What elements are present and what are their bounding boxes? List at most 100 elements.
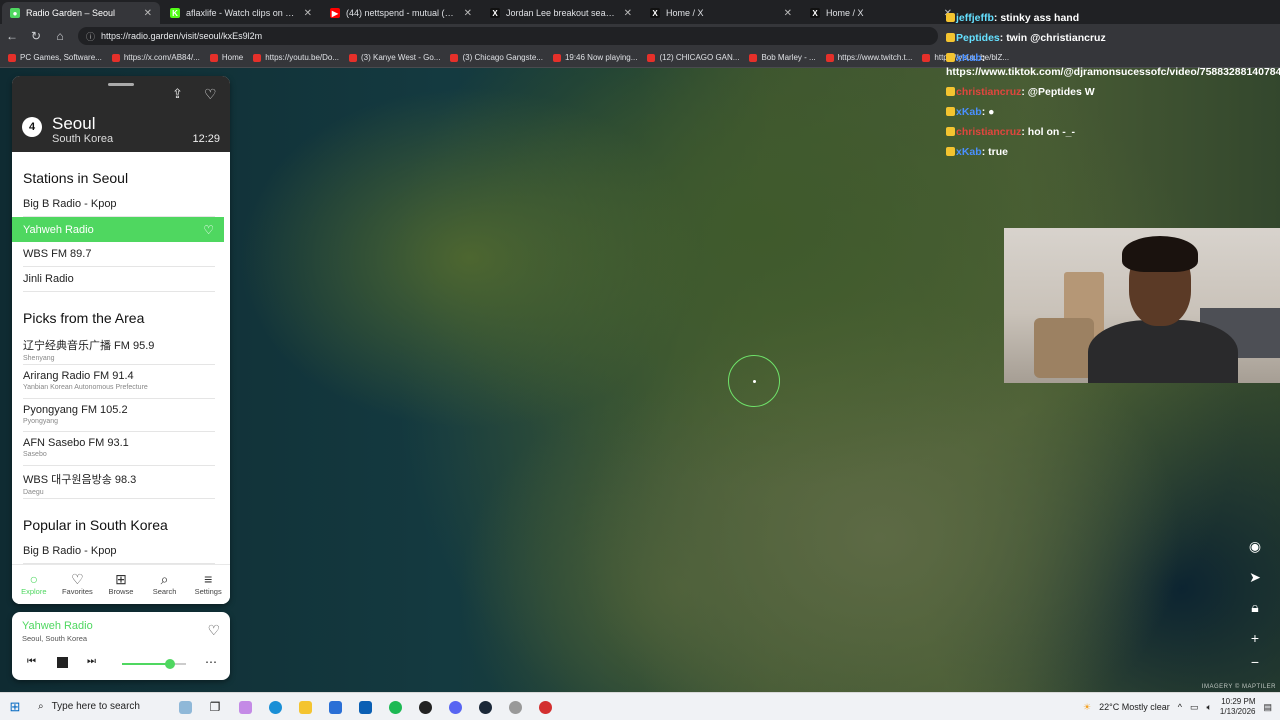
- station-favorite-icon[interactable]: ♡: [203, 223, 214, 237]
- bookmark-label: https://x.com/AB84/...: [123, 53, 200, 62]
- home-icon[interactable]: ⌂: [48, 29, 72, 43]
- record-icon[interactable]: [530, 699, 560, 714]
- copilot-icon[interactable]: [230, 699, 260, 714]
- station-name: Yahweh Radio: [23, 223, 94, 236]
- browser-tab[interactable]: Kaflaxlife - Watch clips on Kick ✕: [162, 2, 320, 24]
- tray-chevron-icon[interactable]: ^: [1178, 702, 1182, 712]
- share-icon[interactable]: ⇪: [172, 86, 183, 102]
- zoom-out-icon[interactable]: −: [1244, 651, 1266, 673]
- bookmark-item[interactable]: Bob Marley - ...: [749, 53, 816, 62]
- popular-section-title: Popular in South Korea: [23, 516, 168, 533]
- nav-tab-explore[interactable]: ○ Explore: [12, 565, 56, 604]
- pick-row[interactable]: WBS 대구원음방송 98.3 Daegu: [23, 466, 215, 499]
- site-info-icon[interactable]: ⓘ: [86, 30, 95, 43]
- outlook-icon[interactable]: [350, 699, 380, 714]
- bookmark-item[interactable]: (3) Kanye West - Go...: [349, 53, 440, 62]
- pick-row[interactable]: AFN Sasebo FM 93.1 Sasebo: [23, 432, 215, 466]
- station-row[interactable]: WBS FM 89.7: [23, 242, 215, 267]
- volume-knob[interactable]: [165, 659, 175, 669]
- stations-list: Big B Radio - Kpop Yahweh Radio ♡ WBS FM 89…: [12, 192, 224, 292]
- app-icon[interactable]: [500, 699, 530, 714]
- nav-tab-search[interactable]: ⌕ Search: [143, 565, 187, 604]
- browser-tab[interactable]: ● Radio Garden – Seoul ✕: [2, 2, 160, 24]
- chat-username[interactable]: xKab: [956, 106, 982, 118]
- tab-close-icon[interactable]: ✕: [144, 8, 152, 19]
- previous-icon[interactable]: ⏮: [27, 656, 36, 667]
- tab-close-icon[interactable]: ✕: [464, 8, 472, 19]
- volume-slider[interactable]: [122, 659, 186, 669]
- station-list[interactable]: Stations in Seoul Big B Radio - Kpop Yahw…: [12, 152, 224, 564]
- station-marker[interactable]: [728, 355, 780, 407]
- chat-username[interactable]: christiancruz: [956, 126, 1021, 138]
- obs-icon[interactable]: [410, 699, 440, 714]
- spotify-icon[interactable]: [380, 699, 410, 714]
- bookmark-item[interactable]: PC Games, Software...: [8, 53, 102, 62]
- pick-row[interactable]: 辽宁经典音乐广播 FM 95.9 Shenyang: [23, 332, 215, 366]
- discord-icon[interactable]: [440, 699, 470, 714]
- drag-handle[interactable]: [108, 83, 134, 86]
- speaker-icon[interactable]: 🔈︎: [1206, 702, 1211, 713]
- windows-start-icon[interactable]: ⊞: [0, 699, 30, 715]
- globe-icon[interactable]: ◉: [1244, 535, 1266, 557]
- bookmark-item[interactable]: https://x.com/AB84/...: [111, 53, 200, 62]
- tab-favicon-icon: ▶: [330, 8, 340, 18]
- pick-row[interactable]: Pyongyang FM 105.2 Pyongyang: [23, 399, 215, 433]
- notification-icon[interactable]: ▤: [1263, 702, 1272, 713]
- locate-icon[interactable]: ➤: [1244, 566, 1266, 588]
- bookmark-item[interactable]: (3) Chicago Gangste...: [450, 53, 543, 62]
- url-field[interactable]: ⓘ https://radio.garden/visit/seoul/kxEs9…: [78, 27, 938, 45]
- nav-favorites-icon: ♡: [71, 571, 84, 587]
- lock-icon[interactable]: 🔒︎: [1244, 596, 1266, 618]
- bookmark-item[interactable]: 19:46 Now playing...: [552, 53, 638, 62]
- bookmark-label: 19:46 Now playing...: [564, 53, 638, 62]
- chat-username[interactable]: christiancruz: [956, 86, 1021, 98]
- back-icon[interactable]: ←: [0, 29, 24, 43]
- chat-username[interactable]: jeffjeffb: [956, 12, 994, 24]
- nav-tab-browse[interactable]: ⊞ Browse: [99, 565, 143, 604]
- chat-username[interactable]: xKab: [956, 146, 982, 158]
- bookmark-item[interactable]: (12) CHICAGO GAN...: [647, 53, 739, 62]
- next-icon[interactable]: ⏭: [87, 656, 96, 667]
- file-explorer-icon[interactable]: [290, 699, 320, 714]
- task-view-icon[interactable]: ❐: [200, 700, 230, 714]
- chat-username[interactable]: xKab: [956, 52, 982, 64]
- popular-name: Big B Radio - Kpop: [23, 544, 117, 557]
- station-row[interactable]: Jinli Radio: [23, 267, 215, 292]
- nav-tab-favorites[interactable]: ♡ Favorites: [56, 565, 100, 604]
- bookmark-item[interactable]: https://www.twitch.t...: [825, 53, 912, 62]
- pick-row[interactable]: Arirang Radio FM 91.4 Yanbian Korean Auto…: [23, 365, 215, 399]
- tab-close-icon[interactable]: ✕: [304, 8, 312, 19]
- tab-close-icon[interactable]: ✕: [624, 8, 632, 19]
- store-icon[interactable]: [320, 699, 350, 714]
- chat-badge-icon: [946, 33, 955, 42]
- popular-row[interactable]: Big B Radio - Kpop: [23, 539, 215, 564]
- favorite-station-icon[interactable]: ♡: [207, 622, 220, 639]
- stream-chat-overlay: jeffjeffb: stinky ass hand Peptides: twin…: [946, 8, 1280, 162]
- edge-icon[interactable]: [260, 699, 290, 714]
- taskbar-clock[interactable]: 10:29 PM 1/13/2026: [1220, 697, 1256, 717]
- browser-tab[interactable]: ▶ (44) nettspend - mutual (cranes n ✕: [322, 2, 480, 24]
- nav-label: Favorites: [61, 587, 93, 596]
- stop-icon[interactable]: [57, 657, 68, 668]
- browser-tab[interactable]: XHome / X✕: [642, 2, 800, 24]
- now-playing-station[interactable]: Yahweh Radio: [22, 620, 93, 632]
- bookmark-favicon-icon: [552, 53, 561, 62]
- nav-tab-settings[interactable]: ≡ Settings: [186, 565, 230, 604]
- browser-tab[interactable]: X Jordan Lee breakout season on X ✕: [482, 2, 640, 24]
- browser-tab[interactable]: XHome / X✕: [802, 2, 960, 24]
- steam-icon[interactable]: [470, 699, 500, 714]
- bookmark-item[interactable]: https://youtu.be/Do...: [253, 53, 339, 62]
- tab-close-icon[interactable]: ✕: [784, 8, 792, 19]
- network-icon[interactable]: ▭: [1190, 702, 1199, 713]
- bookmark-item[interactable]: Home: [209, 53, 243, 62]
- widget-icon[interactable]: [170, 699, 200, 714]
- zoom-in-icon[interactable]: +: [1244, 627, 1266, 649]
- more-options-icon[interactable]: ⋯: [205, 655, 218, 669]
- station-row[interactable]: Big B Radio - Kpop: [23, 192, 215, 217]
- station-row[interactable]: Yahweh Radio ♡: [12, 217, 224, 242]
- favorite-location-icon[interactable]: ♡: [204, 86, 217, 103]
- taskbar-search[interactable]: ⌕ Type here to search: [30, 696, 170, 718]
- weather-text[interactable]: 22°C Mostly clear: [1099, 702, 1170, 712]
- chat-username[interactable]: Peptides: [956, 32, 1000, 44]
- reload-icon[interactable]: ↻: [24, 29, 48, 43]
